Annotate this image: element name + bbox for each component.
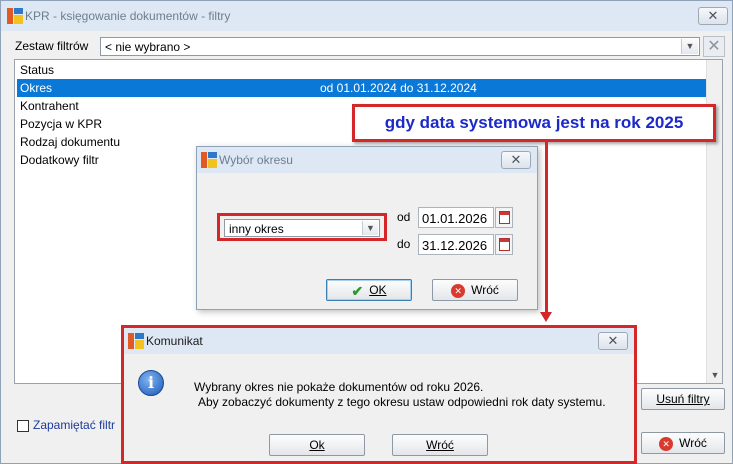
- main-back-label: Wróć: [679, 436, 707, 450]
- checkmark-icon: ✔: [351, 282, 364, 299]
- period-dialog-close-button[interactable]: ✕: [501, 151, 531, 169]
- clear-filter-set-button[interactable]: ✕: [703, 36, 725, 57]
- window-close-button[interactable]: ✕: [698, 7, 728, 25]
- close-icon: ✕: [607, 333, 619, 348]
- from-date-input[interactable]: 01.01.2026: [418, 207, 494, 228]
- calendar-icon: [499, 211, 510, 224]
- filter-row-label: Okres: [20, 81, 53, 95]
- filter-set-label: Zestaw filtrów: [15, 39, 89, 53]
- callout-arrow: [545, 142, 548, 312]
- period-type-highlight: inny okres ▼: [217, 213, 387, 241]
- app-logo-icon: [201, 152, 217, 168]
- remember-filter-checkbox[interactable]: [17, 420, 29, 432]
- window-title: KPR - księgowanie dokumentów - filtry: [25, 9, 231, 23]
- cancel-icon: ✕: [659, 436, 674, 451]
- message-dialog-close-button[interactable]: ✕: [598, 332, 628, 350]
- message-dialog: Komunikat ✕ i Wybrany okres nie pokaże d…: [124, 328, 634, 461]
- calendar-icon: [499, 238, 510, 251]
- close-icon: ✕: [510, 152, 522, 167]
- info-icon: i: [138, 370, 164, 396]
- period-back-button[interactable]: ✕ Wróć: [432, 279, 518, 301]
- to-date-value: 31.12.2026: [422, 238, 488, 253]
- period-type-select[interactable]: inny okres ▼: [224, 219, 380, 237]
- from-label: od: [397, 210, 411, 224]
- period-dialog-title-bar: Wybór okresu ✕: [197, 147, 537, 173]
- message-ok-button[interactable]: Ok: [269, 434, 365, 456]
- callout-arrow-head: [540, 312, 552, 322]
- period-ok-button[interactable]: ✔ OK: [326, 279, 412, 301]
- from-date-value: 01.01.2026: [422, 211, 488, 226]
- remove-filters-button[interactable]: Usuń filtry: [641, 388, 725, 410]
- title-bar: KPR - księgowanie dokumentów - filtry ✕: [1, 1, 732, 31]
- scroll-down-icon[interactable]: ▼: [707, 367, 723, 383]
- message-line-1: Wybrany okres nie pokaże dokumentów od r…: [194, 380, 484, 394]
- filter-row-status[interactable]: Status: [17, 61, 706, 79]
- filter-row-label: Kontrahent: [20, 99, 79, 113]
- close-icon: ✕: [707, 8, 719, 23]
- clear-icon: ✕: [707, 38, 721, 55]
- message-dialog-title-bar: Komunikat ✕: [124, 328, 634, 354]
- filter-row-label: Dodatkowy filtr: [20, 153, 99, 167]
- callout-note: gdy data systemowa jest na rok 2025: [352, 104, 716, 142]
- period-dialog-title: Wybór okresu: [219, 153, 293, 167]
- app-logo-icon: [128, 333, 144, 349]
- period-back-label: Wróć: [471, 283, 499, 297]
- period-ok-label: OK: [369, 283, 387, 297]
- from-calendar-button[interactable]: [495, 207, 513, 228]
- filter-row-label: Rodzaj dokumentu: [20, 135, 121, 149]
- main-back-button[interactable]: ✕ Wróć: [641, 432, 725, 454]
- message-dialog-title: Komunikat: [146, 334, 203, 348]
- app-logo-icon: [7, 8, 23, 24]
- chevron-down-icon[interactable]: ▼: [681, 39, 698, 54]
- to-label: do: [397, 237, 411, 251]
- to-calendar-button[interactable]: [495, 234, 513, 255]
- filter-row-label: Status: [20, 63, 55, 77]
- filter-row-period[interactable]: Okres od 01.01.2024 do 31.12.2024: [17, 79, 706, 97]
- remove-filters-label: Usuń filtry: [656, 392, 710, 406]
- filter-row-value: od 01.01.2024 do 31.12.2024: [320, 81, 477, 95]
- period-dialog: Wybór okresu ✕ inny okres ▼ od 01.01.202…: [196, 146, 538, 310]
- message-back-label: Wróć: [426, 438, 454, 452]
- filter-row-label: Pozycja w KPR: [20, 117, 103, 131]
- message-ok-label: Ok: [309, 438, 325, 452]
- to-date-input[interactable]: 31.12.2026: [418, 234, 494, 255]
- remember-filter-label: Zapamiętać filtr: [33, 418, 116, 432]
- cancel-icon: ✕: [451, 283, 466, 298]
- message-line-2: Aby zobaczyć dokumenty z tego okresu ust…: [198, 395, 606, 409]
- message-dialog-highlight: Komunikat ✕ i Wybrany okres nie pokaże d…: [121, 325, 637, 464]
- filter-set-value: < nie wybrano >: [105, 40, 191, 54]
- filter-set-select[interactable]: < nie wybrano > ▼: [100, 37, 700, 56]
- period-type-value: inny okres: [229, 222, 284, 236]
- message-back-button[interactable]: Wróć: [392, 434, 488, 456]
- chevron-down-icon[interactable]: ▼: [362, 221, 378, 235]
